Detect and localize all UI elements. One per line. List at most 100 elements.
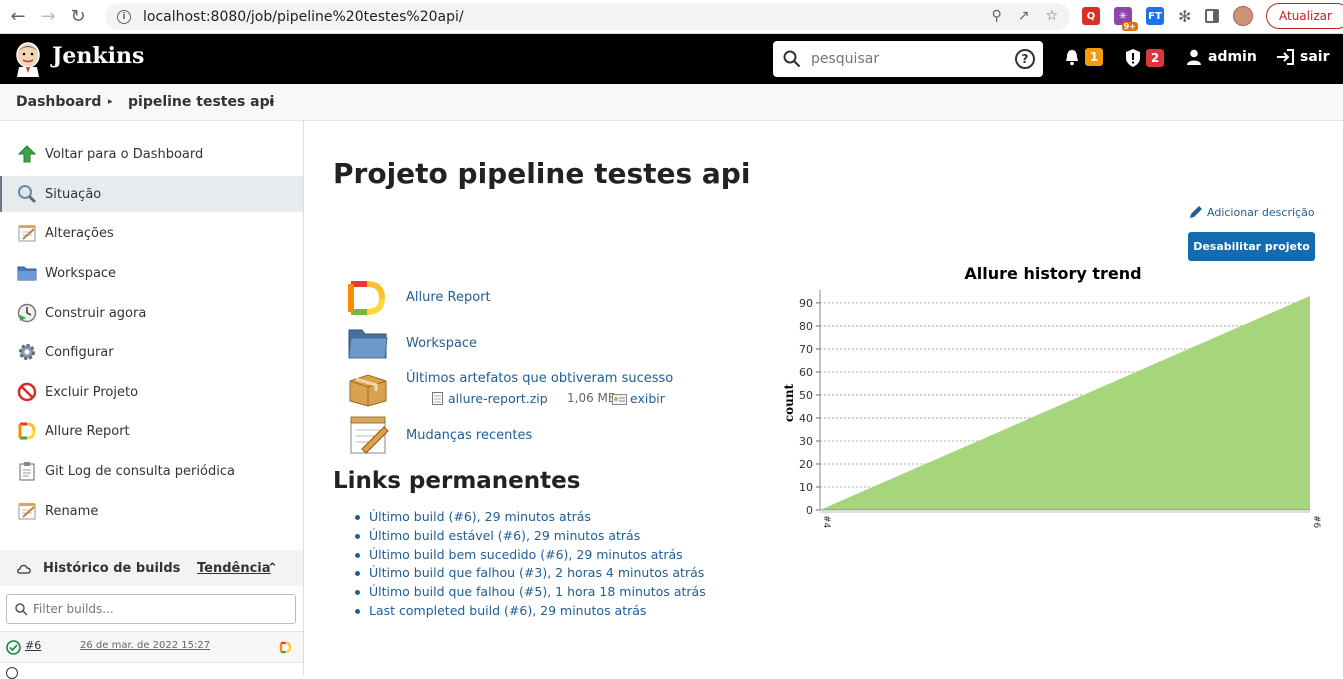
artifact-size: 1,06 MB bbox=[567, 391, 617, 405]
permalink-item[interactable]: Último build bem sucedido (#6), 29 minut… bbox=[355, 547, 706, 566]
notepad-icon[interactable] bbox=[348, 414, 390, 456]
sidebar-item-status[interactable]: Situação bbox=[0, 176, 303, 212]
side-panel-icon[interactable] bbox=[1205, 9, 1220, 23]
sidebar-item-label: Excluir Projeto bbox=[45, 384, 139, 400]
trend-link[interactable]: Tendência bbox=[197, 561, 271, 576]
sidebar-item-changes[interactable]: Alterações bbox=[0, 215, 303, 251]
build-history-title: Histórico de builds bbox=[43, 560, 181, 576]
artifact-file-link[interactable]: allure-report.zip bbox=[448, 391, 548, 406]
permalink-item[interactable]: Último build que falhou (#3), 2 horas 4 … bbox=[355, 565, 706, 584]
back-icon[interactable]: ← bbox=[6, 5, 30, 29]
chevron-right-icon[interactable]: ▸ bbox=[270, 97, 275, 107]
site-info-icon[interactable]: i bbox=[117, 9, 131, 24]
update-button[interactable]: Atualizar bbox=[1266, 3, 1343, 29]
extension-ft-icon[interactable]: FT bbox=[1146, 7, 1164, 25]
breadcrumb-dashboard[interactable]: Dashboard bbox=[16, 94, 101, 110]
permalink-item[interactable]: Último build estável (#6), 29 minutos at… bbox=[355, 528, 706, 547]
logout-icon bbox=[1277, 49, 1294, 65]
pencil-icon bbox=[1190, 206, 1202, 218]
page-title: Projeto pipeline testes api bbox=[333, 157, 751, 190]
sidebar-item-workspace[interactable]: Workspace bbox=[0, 255, 303, 291]
recent-changes-link[interactable]: Mudanças recentes bbox=[406, 428, 532, 443]
build-date[interactable]: 26 de mar. de 2022 15:27 bbox=[80, 640, 210, 651]
search-icon bbox=[783, 50, 801, 68]
view-fingerprint-icon[interactable] bbox=[612, 394, 627, 405]
search-input[interactable] bbox=[811, 49, 1001, 69]
extension-red-icon[interactable]: Q bbox=[1082, 7, 1100, 25]
up-arrow-icon bbox=[16, 143, 38, 165]
extensions-puzzle-icon[interactable]: ✻ bbox=[1178, 7, 1191, 26]
allure-icon[interactable] bbox=[279, 641, 292, 654]
permalink-item[interactable]: Último build que falhou (#5), 1 hora 18 … bbox=[355, 584, 706, 603]
workspace-link[interactable]: Workspace bbox=[406, 336, 477, 351]
chart-ytick-label: 50 bbox=[799, 389, 813, 402]
address-bar[interactable]: i localhost:8080/job/pipeline%20testes%2… bbox=[105, 3, 1070, 30]
help-icon[interactable]: ? bbox=[1015, 49, 1035, 69]
logout-label: sair bbox=[1300, 49, 1330, 65]
permalink-item[interactable]: Last completed build (#6), 29 minutos at… bbox=[355, 603, 706, 622]
filter-builds-input[interactable] bbox=[33, 602, 273, 616]
chart-ytick-label: 40 bbox=[799, 412, 813, 425]
allure-trend-chart[interactable]: Allure history trend count 0 10 20 30 40 50 60 70… bbox=[770, 258, 1330, 538]
permalinks-list: Último build (#6), 29 minutos atrás Últi… bbox=[355, 509, 706, 622]
sidebar-item-label: Alterações bbox=[45, 225, 114, 241]
clock-play-icon bbox=[16, 302, 38, 324]
chart-ytick-label: 0 bbox=[806, 504, 813, 517]
jenkins-logo-icon[interactable] bbox=[14, 41, 42, 77]
jenkins-title[interactable]: Jenkins bbox=[52, 43, 144, 69]
chevron-right-icon[interactable]: ▸ bbox=[108, 97, 113, 107]
sidebar-item-back-dashboard[interactable]: Voltar para o Dashboard bbox=[0, 136, 303, 172]
logout-button[interactable]: sair bbox=[1275, 48, 1329, 66]
notepad-icon bbox=[16, 222, 38, 244]
sidebar-item-rename[interactable]: Rename bbox=[0, 493, 303, 529]
zoom-icon[interactable]: ⚲ bbox=[991, 8, 1001, 24]
folder-icon bbox=[16, 262, 38, 284]
chart-ytick-label: 30 bbox=[799, 435, 813, 448]
folder-icon[interactable] bbox=[348, 326, 388, 360]
permalinks-title: Links permanentes bbox=[333, 468, 581, 494]
forward-icon[interactable]: → bbox=[36, 5, 60, 29]
sidebar-item-label: Voltar para o Dashboard bbox=[45, 146, 204, 162]
sidebar-item-label: Situação bbox=[45, 186, 102, 202]
reload-icon[interactable]: ↻ bbox=[66, 5, 90, 29]
security-badge: 2 bbox=[1146, 49, 1164, 67]
user-menu[interactable]: admin bbox=[1185, 48, 1257, 66]
allure-icon bbox=[16, 420, 38, 442]
shield-icon bbox=[1126, 49, 1140, 67]
add-description-link[interactable]: Adicionar descrição bbox=[1188, 204, 1315, 220]
package-box-icon[interactable] bbox=[346, 371, 390, 407]
artifacts-link[interactable]: Últimos artefatos que obtiveram sucesso bbox=[406, 371, 673, 386]
security-button[interactable]: 2 bbox=[1124, 48, 1164, 68]
artifact-view-link[interactable]: exibir bbox=[630, 391, 665, 406]
user-icon bbox=[1187, 49, 1201, 65]
notifications-badge: 1 bbox=[1085, 48, 1103, 66]
bookmark-star-icon[interactable]: ☆ bbox=[1045, 8, 1058, 24]
sidebar-item-allure-report[interactable]: Allure Report bbox=[0, 413, 303, 449]
breadcrumb-project[interactable]: pipeline testes api bbox=[128, 94, 274, 110]
disable-project-button[interactable]: Desabilitar projeto bbox=[1188, 232, 1315, 261]
bell-icon bbox=[1066, 50, 1078, 66]
chart-ytick-label: 10 bbox=[799, 481, 813, 494]
share-icon[interactable]: ↗ bbox=[1018, 8, 1030, 24]
allure-icon[interactable] bbox=[347, 280, 387, 316]
notifications-button[interactable]: 1 bbox=[1063, 48, 1103, 66]
extension-badge-icon[interactable]: ✳ 9+ bbox=[1114, 7, 1138, 31]
allure-report-link[interactable]: Allure Report bbox=[406, 290, 491, 305]
build-row[interactable]: #6 26 de mar. de 2022 15:27 bbox=[0, 631, 303, 663]
magnifier-icon bbox=[16, 183, 38, 205]
filter-builds-field[interactable] bbox=[6, 594, 296, 624]
sidebar-item-delete-project[interactable]: Excluir Projeto bbox=[0, 374, 303, 410]
sidebar-item-label: Rename bbox=[45, 503, 99, 519]
cloud-icon bbox=[17, 564, 31, 574]
sidebar-item-configure[interactable]: Configurar bbox=[0, 334, 303, 370]
sidebar-item-build-now[interactable]: Construir agora bbox=[0, 295, 303, 331]
sidebar-item-git-log[interactable]: Git Log de consulta periódica bbox=[0, 453, 303, 489]
chart-title: Allure history trend bbox=[964, 264, 1141, 283]
chevron-up-icon[interactable]: ⌃ bbox=[267, 561, 278, 576]
build-number[interactable]: #6 bbox=[25, 639, 41, 652]
clipboard-icon bbox=[16, 460, 38, 482]
permalink-item[interactable]: Último build (#6), 29 minutos atrás bbox=[355, 509, 706, 528]
notepad-icon bbox=[16, 500, 38, 522]
profile-avatar[interactable] bbox=[1233, 6, 1254, 26]
search-box[interactable]: ? bbox=[773, 41, 1043, 77]
